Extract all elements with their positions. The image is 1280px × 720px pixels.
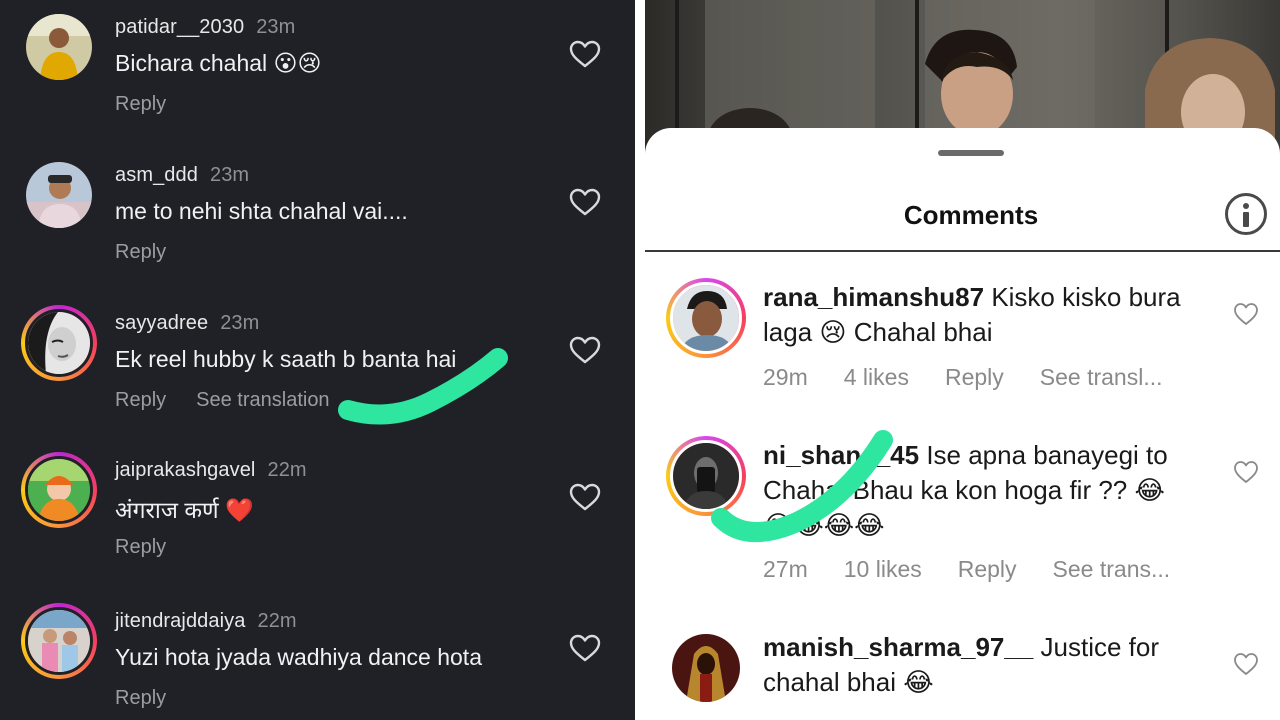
avatar-story-ring[interactable] — [666, 436, 746, 516]
heart-outline-icon[interactable] — [1233, 460, 1259, 484]
heart-outline-icon[interactable] — [1233, 302, 1259, 326]
heart-outline-icon[interactable] — [569, 188, 601, 216]
comment-text: chahal bhai 😂 — [763, 667, 934, 697]
comment-username[interactable]: jaiprakashgavel 22m — [115, 459, 307, 482]
comment-time: 22m — [257, 610, 297, 632]
heart-outline-icon[interactable] — [569, 40, 601, 68]
sheet-title: Comments — [903, 200, 1039, 230]
person-figure — [1145, 38, 1275, 140]
comment-username[interactable]: asm_ddd 23m — [115, 164, 249, 187]
comment-text: अंगराज कर्ण ❤️ — [115, 497, 254, 523]
comment-item: asm_ddd 23m me to nehi shta chahal vai...… — [0, 148, 635, 288]
dark-comments-panel: patidar__2030 23m Bichara chahal 😮😢 Reply… — [0, 0, 635, 720]
reply-button[interactable]: Reply — [945, 364, 1004, 390]
divider — [645, 250, 1280, 252]
comment-text: me to nehi shta chahal vai.... — [115, 198, 408, 224]
reply-button[interactable]: Reply — [115, 389, 166, 411]
likes-count[interactable]: 10 likes — [844, 556, 922, 582]
comment-text: Yuzi hota jyada wadhiya dance hota — [115, 644, 482, 670]
comment-item: sayyadree 23m Ek reel hubby k saath b ban… — [0, 296, 635, 436]
comment-body: ni_shan__45 Ise apna banayegi to Chahal … — [763, 438, 1223, 543]
comment-text: Chahal Bhau ka kon hoga fir ?? 😂 — [763, 475, 1165, 505]
comment-text: Bichara chahal 😮😢 — [115, 50, 322, 76]
avatar-story-ring[interactable] — [21, 603, 97, 679]
see-translation-link[interactable]: See transl... — [1040, 364, 1163, 390]
comment-time: 22m — [267, 459, 307, 481]
comment-username[interactable]: sayyadree 23m — [115, 312, 259, 335]
comment-username[interactable]: manish_sharma_97__ — [763, 632, 1033, 662]
comment-item: jitendrajddaiya 22m Yuzi hota jyada wadhi… — [0, 594, 635, 720]
comment-body: manish_sharma_97__ Justice for chahal bh… — [763, 630, 1223, 700]
comment-text: 😂😂😂😂 — [763, 510, 885, 540]
comment-time: 23m — [256, 16, 296, 38]
heart-outline-icon[interactable] — [569, 336, 601, 364]
heart-outline-icon[interactable] — [1233, 652, 1259, 676]
comment-username[interactable]: jitendrajddaiya 22m — [115, 610, 297, 633]
heart-outline-icon[interactable] — [569, 634, 601, 662]
see-translation-link[interactable]: See trans... — [1053, 556, 1171, 582]
avatar[interactable] — [26, 14, 92, 80]
comments-sheet: Comments rana_himanshu87 Kisko kisko bur… — [645, 128, 1280, 720]
comment-time: 29m — [763, 364, 808, 390]
comment-time: 23m — [209, 164, 250, 186]
reply-button[interactable]: Reply — [115, 241, 166, 263]
avatar-story-ring[interactable] — [21, 305, 97, 381]
comment-item: patidar__2030 23m Bichara chahal 😮😢 Reply — [0, 0, 635, 140]
avatar-story-ring[interactable] — [666, 278, 746, 358]
comment-text: Ek reel hubby k saath b banta hai — [115, 346, 457, 372]
comment-time: 23m — [220, 312, 260, 334]
reply-button[interactable]: Reply — [115, 687, 166, 709]
comment-username[interactable]: patidar__2030 23m — [115, 16, 295, 39]
comment-username[interactable]: rana_himanshu87 — [763, 282, 984, 312]
comment-text: Ise apna banayegi to — [919, 440, 1168, 470]
person-figure — [925, 29, 1017, 136]
reply-button[interactable]: Reply — [958, 556, 1017, 582]
heart-outline-icon[interactable] — [569, 483, 601, 511]
comment-body: rana_himanshu87 Kisko kisko bura laga 😢 … — [763, 280, 1223, 350]
avatar[interactable] — [672, 634, 740, 702]
light-comments-panel: Comments rana_himanshu87 Kisko kisko bur… — [645, 0, 1280, 720]
sheet-drag-handle[interactable] — [938, 150, 1004, 156]
info-circle-icon[interactable] — [1225, 193, 1267, 235]
comment-text: Kisko kisko bura — [984, 282, 1181, 312]
avatar[interactable] — [26, 162, 92, 228]
likes-count[interactable]: 4 likes — [844, 364, 909, 390]
reply-button[interactable]: Reply — [115, 93, 166, 115]
comment-item: jaiprakashgavel 22m अंगराज कर्ण ❤️ Reply — [0, 443, 635, 583]
reply-button[interactable]: Reply — [115, 536, 166, 558]
comment-text: Justice for — [1033, 632, 1160, 662]
comment-text: laga 😢 Chahal bhai — [763, 317, 993, 347]
see-translation-link[interactable]: See translation — [196, 389, 329, 411]
comment-username[interactable]: ni_shan__45 — [763, 440, 919, 470]
avatar-story-ring[interactable] — [21, 452, 97, 528]
comment-time: 27m — [763, 556, 808, 582]
